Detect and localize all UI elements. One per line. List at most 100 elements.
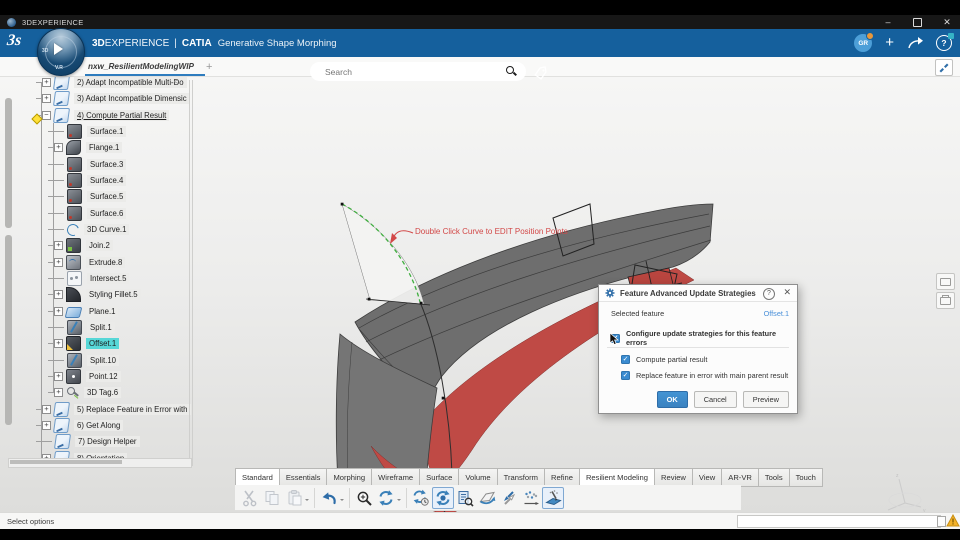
edit-curve[interactable] [341,203,421,303]
tree-item-label[interactable]: Surface.1 [87,125,127,137]
search-icon[interactable] [506,66,516,76]
share-icon[interactable] [907,36,923,50]
expander-icon[interactable] [42,404,51,414]
tree-scroll-left-icon[interactable]: < [174,79,178,86]
window-titlebar[interactable]: 3DEXPERIENCE – ✕ [0,15,960,29]
swap-transfer-icon[interactable] [498,487,520,509]
undo-icon[interactable] [318,487,340,509]
expander-icon[interactable] [54,338,63,348]
expander-icon[interactable] [54,240,63,250]
tree-item[interactable]: 3) Adapt Incompatible Dimensic [0,90,190,106]
tree-horizontal-scrollbar[interactable] [8,458,192,468]
new-tab-button[interactable]: + [206,57,212,76]
tree-item[interactable]: 3D Tag.6 [0,384,122,400]
tree-item[interactable]: Surface.4 [0,172,127,188]
compute-partial-result-label[interactable]: Compute partial result [636,355,707,364]
dialog-help-icon[interactable]: ? [763,288,775,300]
tree-item[interactable]: Surface.3 [0,156,127,172]
tree-item-label[interactable]: 3D Curve.1 [84,223,130,235]
selected-feature-value[interactable]: Offset.1 [764,309,789,318]
tag-icon[interactable] [532,65,548,81]
preview-button[interactable]: Preview [742,391,789,408]
expander-icon[interactable] [42,110,51,120]
local-update-icon[interactable] [432,486,454,509]
tree-item[interactable]: 5) Replace Feature in Error with [0,401,191,417]
tree-item-label[interactable]: Surface.6 [87,207,127,219]
tree-item-label[interactable]: 2) Adapt Incompatible Multi-Do [74,76,187,88]
paste-icon[interactable] [283,487,305,509]
tree-item[interactable]: Extrude.8 [0,254,126,270]
tree-item-current[interactable]: 4) Compute Partial Result [0,107,170,125]
replace-feature-label[interactable]: Replace feature in error with main paren… [636,371,788,380]
help-icon[interactable]: ? [936,33,954,51]
search-bar[interactable] [310,62,526,81]
tree-item-label[interactable]: Surface.3 [87,158,127,170]
tree-item-label[interactable]: Intersect.5 [87,272,130,284]
tree-item[interactable]: Surface.1 [0,123,127,139]
tree-item-label[interactable]: 5) Replace Feature in Error with [74,403,191,415]
expander-icon[interactable] [54,257,63,267]
tab-tools[interactable]: Tools [757,468,789,487]
collapse-window-icon[interactable] [935,59,953,76]
tree-item[interactable]: 7) Design Helper [0,433,140,449]
flip-surface-icon[interactable] [476,487,498,509]
scrollbar-thumb[interactable] [10,460,122,464]
maximize-icon[interactable] [913,17,922,27]
tree-item[interactable]: 6) Get Along [0,417,124,433]
tree-item-label[interactable]: 3) Adapt Incompatible Dimensic [74,92,190,104]
compass-vr-label[interactable]: V.R [55,65,63,71]
tree-item-label[interactable]: 4) Compute Partial Result [74,109,170,121]
tree-item[interactable]: Surface.5 [0,188,127,204]
tree-item[interactable]: 3D Curve.1 [0,221,130,238]
tree-item-label[interactable]: 6) Get Along [74,419,124,431]
tree-item-label[interactable]: Join.2 [86,239,113,251]
cancel-button[interactable]: Cancel [693,391,737,408]
expander-icon[interactable] [42,420,51,430]
tree-item[interactable]: Styling Fillet.5 [0,286,141,302]
add-content-button[interactable]: + [885,29,894,57]
compute-partial-result-checkbox[interactable] [621,355,630,364]
expander-icon[interactable] [54,371,63,381]
expander-icon[interactable] [42,93,51,103]
tree-item-label[interactable]: Split.10 [87,354,120,366]
update-report-icon[interactable] [454,487,476,509]
tree-item-label[interactable]: Flange.1 [86,141,123,153]
undo-dropdown-icon[interactable] [340,499,344,503]
search-input[interactable] [323,65,487,78]
tab-touch[interactable]: Touch [788,468,823,487]
panel-tray-icon[interactable] [936,292,955,309]
3d-compass[interactable]: 3D V.R [37,28,85,76]
command-history-icon[interactable] [937,516,946,527]
ok-button[interactable]: OK [656,391,688,408]
command-input[interactable] [737,515,941,528]
configure-strategies-label[interactable]: Configure update strategies for this fea… [626,329,797,347]
model-sail-surface[interactable] [341,203,425,305]
expander-icon[interactable] [54,289,63,299]
tree-item-label[interactable]: Extrude.8 [86,256,126,268]
axis-triad[interactable] [887,478,922,511]
tree-item[interactable]: Split.1 [0,319,115,335]
compass-play-icon[interactable] [54,43,63,55]
minimize-icon[interactable]: – [881,15,895,29]
tree-vertical-scrollbar[interactable] [189,80,193,466]
close-icon[interactable]: ✕ [940,15,954,29]
power-zoom-icon[interactable] [353,487,375,509]
tree-item-label[interactable]: 7) Design Helper [75,435,140,447]
dialog-titlebar[interactable]: Feature Advanced Update Strategies ? ✕ [599,285,797,302]
expander-icon[interactable] [42,77,51,87]
morphing-tool-icon[interactable] [542,486,564,509]
control-points-icon[interactable] [520,487,542,509]
tree-item[interactable]: Plane.1 [0,303,119,319]
tree-item-label[interactable]: Point.12 [86,370,121,382]
tree-item-label[interactable]: Offset.1 [86,337,120,349]
copy-icon[interactable] [261,487,283,509]
update-with-history-icon[interactable] [410,487,432,509]
tree-item-label[interactable]: Split.1 [87,321,115,333]
tree-item-selected[interactable]: Offset.1 [0,335,120,351]
tree-item[interactable]: Surface.6 [0,205,127,221]
warning-icon[interactable] [946,514,960,527]
dialog-close-icon[interactable]: ✕ [783,287,791,298]
tree-item[interactable]: Intersect.5 [0,270,130,286]
cut-icon[interactable] [239,487,261,509]
tree-item[interactable]: Point.12 [0,368,121,384]
